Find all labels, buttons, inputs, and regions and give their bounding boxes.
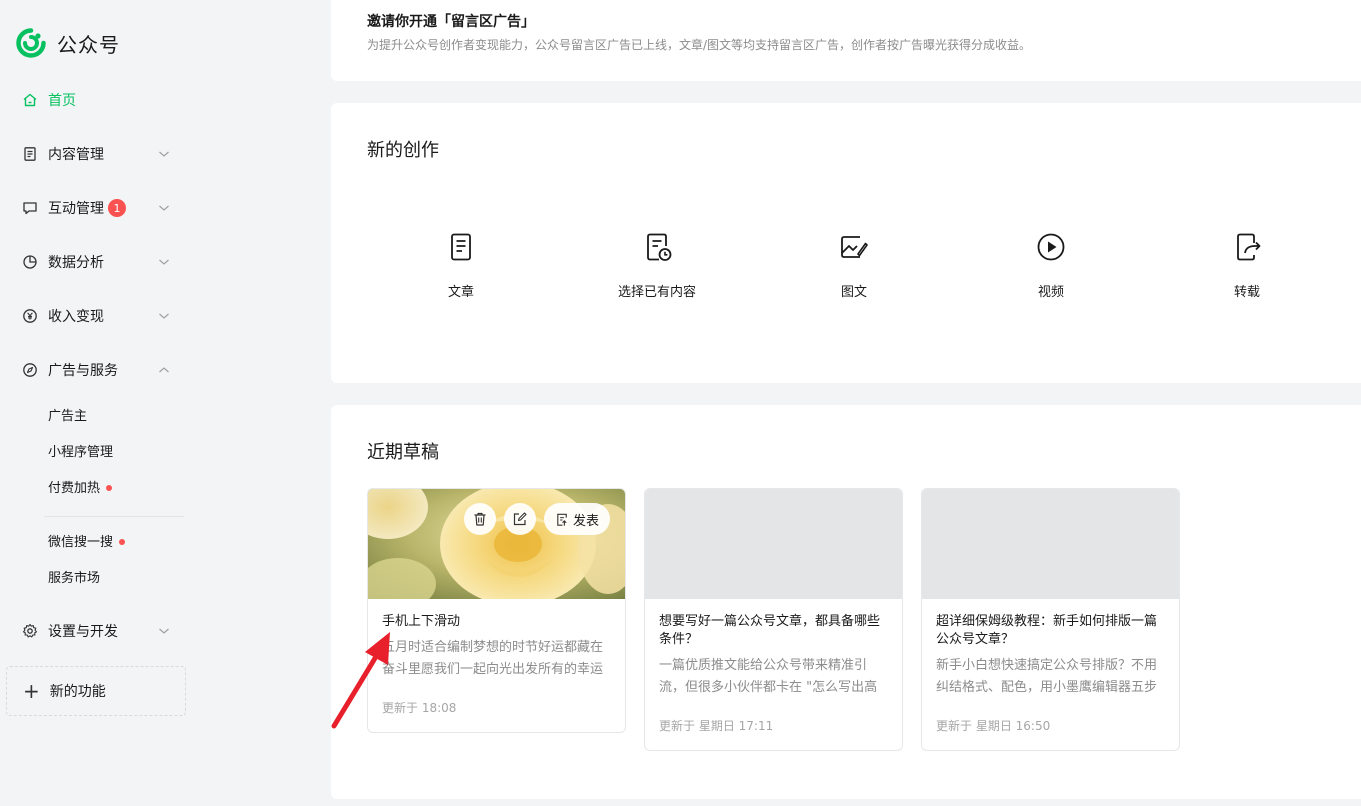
- draft-updated-time: 更新于 18:08: [382, 701, 457, 715]
- create-item-label: 视频: [1037, 285, 1064, 300]
- delete-draft-button[interactable]: [464, 503, 496, 535]
- sidebar-item-ads-services[interactable]: 广告与服务: [0, 343, 200, 397]
- sidebar-item-label: 互动管理: [48, 201, 104, 217]
- sidebar: 公众号 首页 内容管理 互动管理 1 数据分析 收入变现 广告与服务 广告主 小…: [0, 0, 200, 806]
- sidebar-divider: [44, 516, 184, 517]
- red-dot-badge: [119, 538, 126, 545]
- image-text-icon: [841, 236, 868, 258]
- sidebar-subitem-wechat-search[interactable]: 微信搜一搜: [48, 533, 126, 553]
- draft-excerpt: 五月时适合编制梦想的时节好运都藏在奋斗里愿我们一起向光出发所有的幸运都...: [382, 640, 604, 677]
- brand[interactable]: 公众号: [16, 28, 120, 58]
- create-video-button[interactable]: 视频: [991, 231, 1111, 300]
- sidebar-subitem-mini-program[interactable]: 小程序管理: [48, 443, 113, 463]
- draft-cover-image: 发表: [368, 489, 625, 599]
- create-item-label: 选择已有内容: [617, 285, 696, 300]
- draft-card[interactable]: 想要写好一篇公众号文章，都具备哪些条件？ 一篇优质推文能给公众号带来精准引流，但…: [644, 488, 903, 751]
- draft-card[interactable]: 发表 手机上下滑动 五月时适合编制梦想的时节好运都藏在奋斗里愿我们一起向光出发所…: [367, 488, 626, 733]
- draft-excerpt: 一篇优质推文能给公众号带来精准引流，但很多小伙伴都卡在 "怎么写出高质量...: [659, 658, 878, 695]
- pie-chart-icon: [22, 254, 38, 270]
- sidebar-item-label: 数据分析: [48, 255, 104, 271]
- invite-title: 邀请你开通「留言区广告」: [367, 14, 535, 30]
- chevron-down-icon: [159, 205, 169, 211]
- chevron-up-icon: [159, 367, 169, 373]
- create-repost-button[interactable]: 转载: [1187, 231, 1307, 300]
- new-creation-panel: 新的创作 文章 选择已有内容 图文 视频 转载: [331, 103, 1361, 383]
- chevron-down-icon: [159, 313, 169, 319]
- chevron-down-icon: [159, 259, 169, 265]
- draft-updated-time: 更新于 星期日 16:50: [936, 719, 1051, 733]
- draft-cover-placeholder: [645, 489, 902, 599]
- notification-badge: 1: [108, 199, 126, 217]
- sidebar-item-interaction[interactable]: 互动管理 1: [0, 181, 200, 235]
- draft-title: 想要写好一篇公众号文章，都具备哪些条件？: [659, 614, 881, 647]
- ad-invite-banner[interactable]: 邀请你开通「留言区广告」 为提升公众号创作者变现能力，公众号留言区广告已上线，文…: [331, 0, 1361, 81]
- create-item-label: 文章: [447, 285, 474, 300]
- sidebar-item-label: 内容管理: [48, 147, 104, 163]
- chat-icon: [22, 200, 38, 216]
- sidebar-item-settings[interactable]: 设置与开发: [0, 604, 200, 658]
- invite-description: 为提升公众号创作者变现能力，公众号留言区广告已上线，文章/图文等均支持留言区广告…: [367, 38, 1032, 52]
- home-icon: [22, 92, 38, 108]
- yuan-icon: [22, 308, 38, 324]
- create-article-button[interactable]: 文章: [401, 231, 521, 300]
- create-image-text-button[interactable]: 图文: [794, 231, 914, 300]
- sidebar-item-label: 广告与服务: [48, 363, 118, 379]
- sidebar-subitem-label: 微信搜一搜: [48, 535, 114, 550]
- draft-title: 手机上下滑动: [382, 614, 461, 629]
- sidebar-item-monetization[interactable]: 收入变现: [0, 289, 200, 343]
- existing-content-icon: [647, 233, 672, 261]
- draft-updated-time: 更新于 星期日 17:11: [659, 719, 774, 733]
- sidebar-item-label: 收入变现: [48, 309, 104, 325]
- sidebar-item-label: 首页: [48, 93, 76, 109]
- sidebar-item-home[interactable]: 首页: [0, 73, 200, 127]
- sidebar-subitem-advertiser[interactable]: 广告主: [48, 407, 87, 427]
- document-icon: [22, 146, 38, 162]
- section-title: 近期草稿: [367, 442, 439, 463]
- chevron-down-icon: [159, 628, 169, 634]
- gear-icon: [22, 623, 38, 639]
- publish-draft-button[interactable]: 发表: [544, 503, 610, 535]
- create-item-label: 图文: [840, 285, 867, 300]
- wechat-official-logo-icon: [16, 28, 46, 58]
- create-item-label: 转载: [1233, 285, 1260, 300]
- plus-icon: +: [23, 679, 40, 703]
- publish-icon: [557, 513, 567, 526]
- sidebar-subitem-service-market[interactable]: 服务市场: [48, 569, 100, 589]
- recent-drafts-panel: 近期草稿 发表 手机上下滑动 五月时适合编制梦想的时节好运都藏在奋斗里愿我们一起…: [331, 405, 1361, 799]
- compass-icon: [22, 362, 38, 378]
- video-play-icon: [1037, 233, 1065, 261]
- new-feature-button[interactable]: + 新的功能: [6, 666, 186, 716]
- repost-icon: [1237, 233, 1261, 261]
- sidebar-item-content[interactable]: 内容管理: [0, 127, 200, 181]
- sidebar-subitem-label: 付费加热: [48, 481, 101, 496]
- edit-draft-button[interactable]: [504, 503, 536, 535]
- draft-card[interactable]: 超详细保姆级教程：新手如何排版一篇公众号文章？ 新手小白想快速搞定公众号排版？不…: [921, 488, 1180, 751]
- article-icon: [451, 233, 471, 261]
- draft-cover-placeholder: [922, 489, 1179, 599]
- edit-icon: [513, 512, 527, 526]
- brand-name: 公众号: [57, 32, 120, 57]
- sidebar-item-analytics[interactable]: 数据分析: [0, 235, 200, 289]
- trash-icon: [474, 512, 486, 526]
- publish-label: 发表: [572, 513, 599, 529]
- chevron-down-icon: [159, 151, 169, 157]
- draft-title: 超详细保姆级教程：新手如何排版一篇公众号文章？: [936, 614, 1158, 647]
- new-feature-label: 新的功能: [49, 684, 106, 700]
- red-dot-badge: [106, 484, 113, 491]
- select-existing-content-button[interactable]: 选择已有内容: [597, 231, 717, 300]
- section-title: 新的创作: [367, 140, 439, 161]
- sidebar-item-label: 设置与开发: [48, 624, 118, 640]
- draft-excerpt: 新手小白想快速搞定公众号排版？不用纠结格式、配色，用小墨鹰编辑器五步就...: [936, 658, 1158, 695]
- sidebar-subitem-paid-boost[interactable]: 付费加热: [48, 479, 113, 499]
